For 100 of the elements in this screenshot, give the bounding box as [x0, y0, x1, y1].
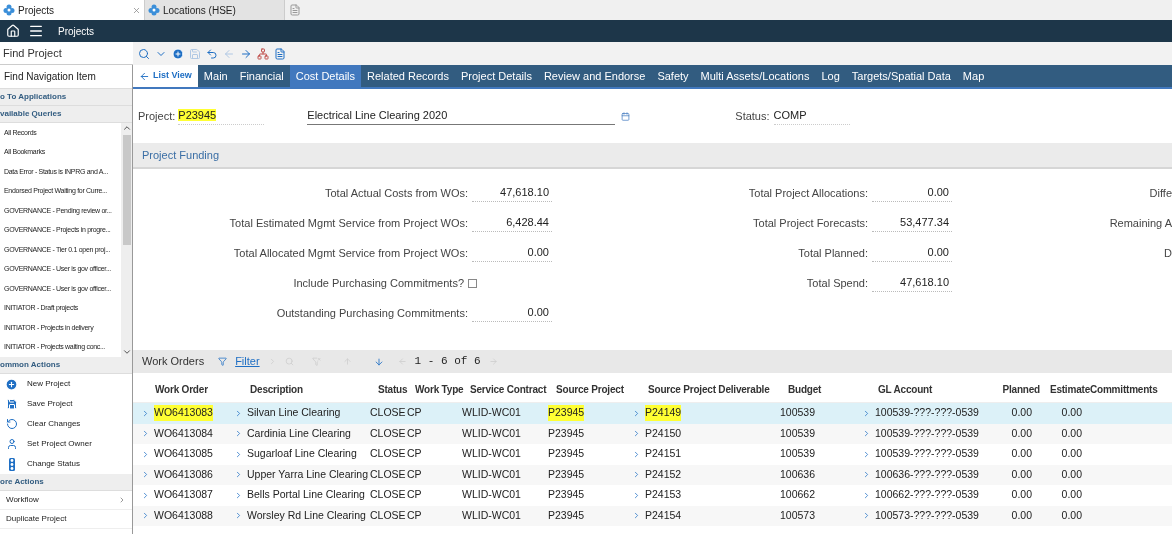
section-header: vailable Queries: [0, 106, 132, 123]
column-header[interactable]: Budget: [788, 384, 822, 395]
action-item[interactable]: Set Project Owner: [0, 434, 132, 454]
scroll-down-icon[interactable]: [121, 347, 132, 357]
table-cell-text: 100662-???-???-0539: [875, 487, 979, 503]
table-cell-text: P24153: [645, 487, 682, 503]
close-icon[interactable]: [132, 5, 141, 15]
new-tab-icon[interactable]: [289, 4, 301, 16]
chevron-icon[interactable]: [862, 511, 871, 521]
chevron-icon[interactable]: [632, 511, 641, 521]
checkbox[interactable]: [468, 278, 477, 288]
forward-arrow-icon[interactable]: [240, 47, 252, 60]
table-cell-text: P23945: [548, 466, 585, 482]
chevron-icon[interactable]: [632, 408, 641, 418]
chevron-icon[interactable]: [234, 511, 243, 521]
chevron-icon[interactable]: [141, 408, 150, 418]
table-cell-text: WO6413084: [154, 425, 213, 441]
table-cell-text: P23945: [548, 425, 585, 441]
workflow-icon[interactable]: [257, 47, 269, 60]
column-header[interactable]: Description: [250, 384, 303, 395]
chevron-icon[interactable]: [234, 408, 243, 418]
action-item[interactable]: Change Status: [0, 454, 132, 474]
value-field: 53,477.34: [872, 214, 952, 232]
browser-tab[interactable]: Locations (HSE): [145, 0, 285, 20]
menu-icon[interactable]: [28, 23, 44, 39]
filter-link[interactable]: Filter: [235, 353, 260, 370]
filter-icon[interactable]: [218, 357, 228, 366]
chevron-icon[interactable]: [862, 408, 871, 418]
table-cell-text: CP: [407, 507, 422, 523]
column-header[interactable]: Source Project Deliverable: [648, 384, 770, 395]
action-item[interactable]: Save Project: [0, 394, 132, 414]
column-header[interactable]: Work Order: [155, 384, 208, 395]
home-icon[interactable]: [6, 24, 20, 38]
scroll-up-icon[interactable]: [121, 123, 132, 133]
scrollbar-thumb[interactable]: [122, 135, 131, 245]
calendar-icon[interactable]: [621, 111, 631, 121]
table-cell-text: 100662: [780, 487, 816, 503]
column-header[interactable]: Planned: [1002, 384, 1040, 395]
field-label: Total Allocated Mgmt Service from Project WOs:: [233, 245, 468, 261]
column-header[interactable]: GL Account: [878, 384, 933, 395]
value-field: 47,618.10: [472, 184, 552, 202]
column-header[interactable]: Estimate: [1049, 384, 1090, 395]
table-row[interactable]: WO6413086 Upper Yarra Line Clearing CLOSECP WLID-WC01 P23945 P24152 100636 100636-???-???-0539 0.00 0.00: [133, 464, 1172, 485]
undo-icon[interactable]: [206, 47, 218, 60]
action-item[interactable]: Clear Changes: [0, 414, 132, 434]
project-description-field[interactable]: Electrical Line Clearing 2020: [307, 107, 616, 125]
menu-item[interactable]: Workflow: [0, 491, 132, 510]
browser-tab[interactable]: Projects: [0, 0, 145, 20]
status-field: COMP: [773, 107, 850, 125]
column-header[interactable]: Committments: [1090, 384, 1158, 395]
table-cell-text: CLOSE: [370, 466, 406, 482]
app-title: Projects: [58, 24, 95, 39]
table-cell-text: Upper Yarra Line Clearing: [247, 466, 368, 482]
field-label: Diffe: [1149, 185, 1172, 201]
save-icon[interactable]: [189, 47, 201, 60]
table-cell-text: CLOSE: [370, 446, 406, 462]
add-icon[interactable]: [172, 47, 184, 60]
table-cell-text: 100539-???-???-0539: [875, 405, 979, 421]
value-field: 0.00: [872, 244, 952, 262]
table-cell-text: 0.00: [1061, 466, 1082, 482]
table-cell-text: WLID-WC01: [462, 425, 521, 441]
column-header[interactable]: Work Type: [415, 384, 464, 395]
tab[interactable]: Targets/Spatial Data: [845, 65, 957, 87]
arrow-down-icon[interactable]: [373, 356, 384, 367]
tab[interactable]: Safety: [651, 65, 695, 87]
tab[interactable]: Financial: [233, 65, 290, 87]
table-cell-text: 0.00: [1061, 446, 1082, 462]
table-cell-text: CP: [407, 425, 422, 441]
field-label: Total Project Forecasts:: [753, 215, 868, 231]
chevron-icon[interactable]: [141, 511, 150, 521]
action-item[interactable]: New Project: [0, 374, 132, 394]
tab[interactable]: Multi Assets/Locations: [694, 65, 816, 87]
add-icon: [5, 377, 18, 391]
tab[interactable]: Review and Endorse: [537, 65, 652, 87]
menu-item[interactable]: Duplicate Project: [0, 510, 132, 529]
project-id-field[interactable]: P23945: [178, 107, 265, 125]
table-row[interactable]: WO6413084 Cardinia Line Clearing CLOSECP WLID-WC01 P23945 P24150 100539 100539-???-???-0539 0.00 0.00: [133, 423, 1172, 444]
field-label: Remaining A: [1109, 215, 1172, 231]
tab[interactable]: Cost Details: [289, 65, 362, 87]
flower-icon: [148, 4, 160, 16]
table-cell-text: Worsley Rd Line Clearing: [247, 507, 366, 523]
tab[interactable]: Map: [956, 65, 991, 87]
column-header[interactable]: Source Project: [556, 384, 624, 395]
tab[interactable]: Log: [815, 65, 846, 87]
value-field: 0.00: [472, 244, 552, 262]
search-icon[interactable]: [138, 47, 150, 60]
list-view-tab[interactable]: List View: [133, 65, 198, 87]
action-label: Set Project Owner: [27, 438, 92, 450]
tab[interactable]: Related Records: [361, 65, 455, 87]
back-arrow-icon[interactable]: [223, 47, 235, 60]
table-row[interactable]: WO6413083 Silvan Line Clearing CLOSECP WLID-WC01 P23945 P24149 100539 100539-???-???-0539 0.00 0.00: [133, 403, 1172, 424]
table-row[interactable]: WO6413088 Worsley Rd Line Clearing CLOSECP WLID-WC01 P23945 P24154 100573 100573-???-???-0539 0.00 0.00: [133, 505, 1172, 526]
document-icon[interactable]: [274, 47, 286, 60]
table-cell-text: 0.00: [1061, 507, 1082, 523]
tab[interactable]: Project Details: [454, 65, 538, 87]
find-project-field[interactable]: Find Project: [0, 42, 133, 65]
column-header[interactable]: Service Contract: [470, 384, 547, 395]
column-header[interactable]: Status: [378, 384, 408, 395]
table-cell-text: CLOSE: [370, 425, 406, 441]
tab[interactable]: Main: [197, 65, 234, 87]
